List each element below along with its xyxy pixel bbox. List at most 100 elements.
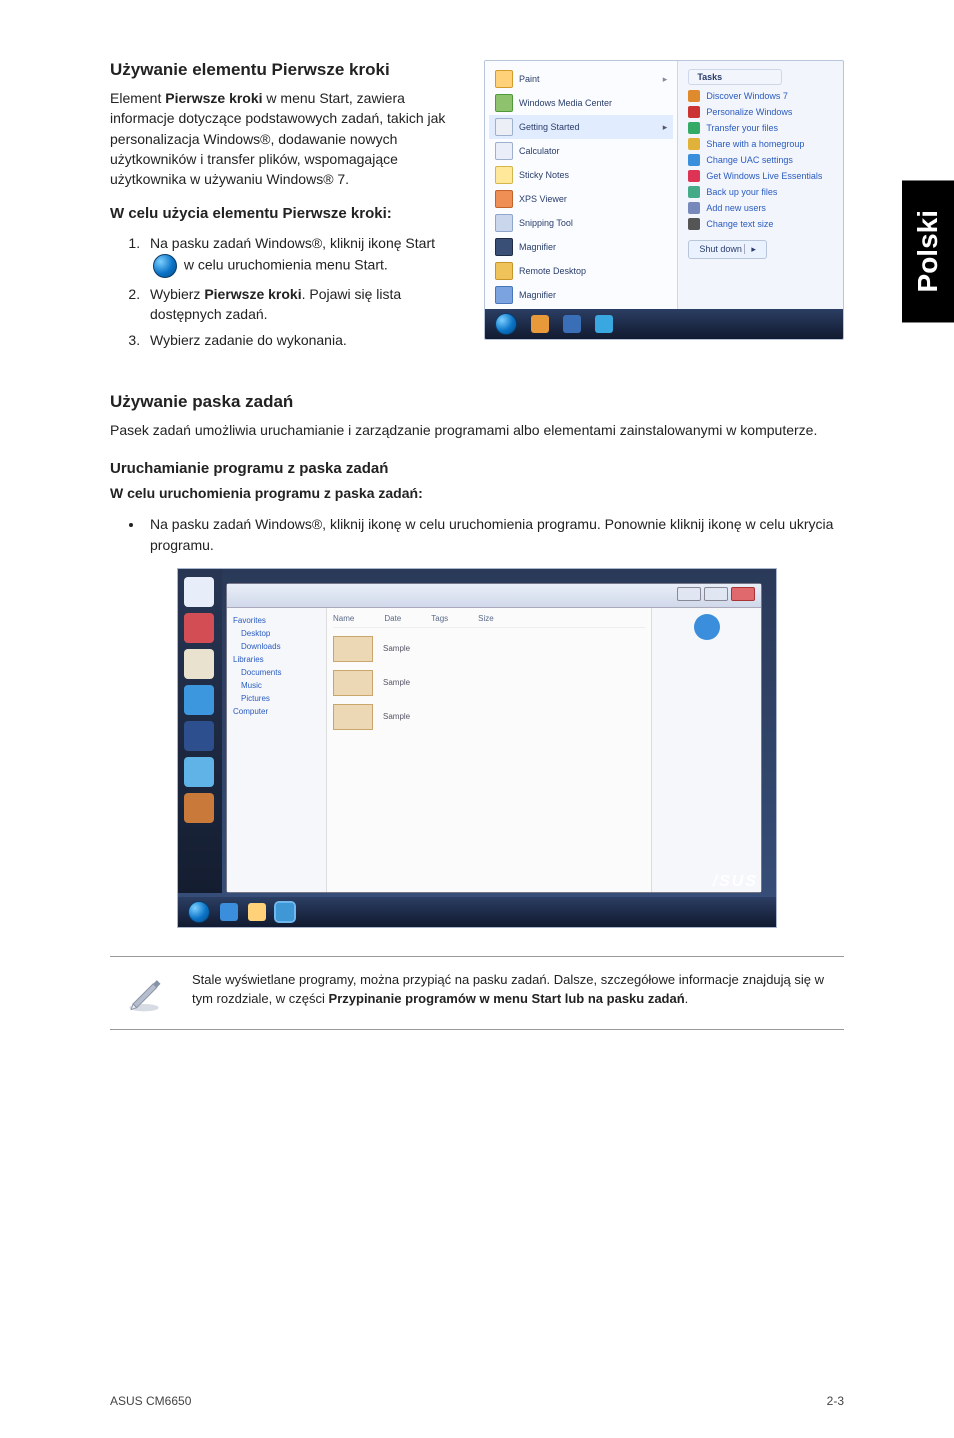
close-button bbox=[731, 587, 755, 601]
task-label: Change text size bbox=[706, 219, 773, 229]
menu-item-calc: Calculator bbox=[519, 146, 560, 156]
preview-pane bbox=[651, 608, 761, 892]
step2-text-b: Pierwsze kroki bbox=[204, 286, 301, 302]
sticky-icon bbox=[495, 166, 513, 184]
pencil-icon bbox=[122, 971, 166, 1015]
play-icon bbox=[694, 614, 720, 640]
dock-icon-3 bbox=[184, 649, 214, 679]
mag-icon bbox=[495, 238, 513, 256]
menu-item-xps: XPS Viewer bbox=[519, 194, 567, 204]
tray-wmp-icon bbox=[595, 315, 613, 333]
taskbar-program-screenshot: Favorites Desktop Downloads Libraries Do… bbox=[177, 568, 777, 928]
tip-c: . bbox=[685, 991, 689, 1006]
tasks-title: Tasks bbox=[688, 69, 782, 85]
dock-icon-6 bbox=[184, 757, 214, 787]
section2-subheading: Uruchamianie programu z paska zadań bbox=[110, 460, 844, 477]
run-item: Na pasku zadań Windows®, kliknij ikonę w… bbox=[144, 511, 844, 558]
section1-subheading: W celu użycia elementu Pierwsze kroki: bbox=[110, 205, 466, 222]
start-menu-left: Paint▸ Windows Media Center Getting Star… bbox=[485, 61, 678, 339]
explorer-window: Favorites Desktop Downloads Libraries Do… bbox=[226, 583, 762, 893]
calc-icon bbox=[495, 142, 513, 160]
snip-icon bbox=[495, 214, 513, 232]
menu-item-rdp: Remote Desktop bbox=[519, 266, 586, 276]
intro-text-a: Element bbox=[110, 90, 165, 106]
task-label: Personalize Windows bbox=[706, 107, 792, 117]
dock-icon-4 bbox=[184, 685, 214, 715]
nav-pane: Favorites Desktop Downloads Libraries Do… bbox=[227, 608, 327, 892]
wmc-icon bbox=[495, 94, 513, 112]
task-dot-icon bbox=[688, 138, 700, 150]
task-dot-icon bbox=[688, 218, 700, 230]
intro-text-b: Pierwsze kroki bbox=[165, 90, 262, 106]
menu-item-allprograms: All Programs bbox=[506, 340, 558, 341]
run-header: W celu uruchomienia programu z paska zad… bbox=[110, 483, 844, 503]
task-item: Change text size bbox=[688, 216, 833, 232]
menu-item-wmc: Windows Media Center bbox=[519, 98, 612, 108]
step-1: Na pasku zadań Windows®, kliknij ikonę S… bbox=[144, 230, 466, 280]
taskbar-explorer-icon bbox=[248, 903, 266, 921]
dock-icon-5 bbox=[184, 721, 214, 751]
section2-heading: Używanie paska zadań bbox=[110, 392, 844, 412]
task-item: Discover Windows 7 bbox=[688, 88, 833, 104]
mag2-icon bbox=[495, 286, 513, 304]
tray-ie-icon bbox=[531, 315, 549, 333]
menu-item-mag: Magnifier bbox=[519, 242, 556, 252]
task-dot-icon bbox=[688, 154, 700, 166]
task-label: Back up your files bbox=[706, 187, 777, 197]
file-list: NameDateTagsSize Sample Sample Sample bbox=[327, 608, 651, 892]
taskbar-active-icon bbox=[276, 903, 294, 921]
task-item: Personalize Windows bbox=[688, 104, 833, 120]
gettingstarted-icon bbox=[495, 118, 513, 136]
tip-b: Przypinanie programów w menu Start lub n… bbox=[329, 991, 685, 1006]
menu-item-gettingstarted: Getting Started bbox=[519, 122, 580, 132]
section1-intro: Element Pierwsze kroki w menu Start, zaw… bbox=[110, 88, 466, 189]
xps-icon bbox=[495, 190, 513, 208]
taskbar-small bbox=[485, 309, 843, 339]
task-dot-icon bbox=[688, 122, 700, 134]
step2-text-a: Wybierz bbox=[150, 286, 204, 302]
min-button bbox=[677, 587, 701, 601]
paint-icon bbox=[495, 70, 513, 88]
section1-steps: Na pasku zadań Windows®, kliknij ikonę S… bbox=[110, 230, 466, 353]
task-label: Get Windows Live Essentials bbox=[706, 171, 822, 181]
bottom-taskbar bbox=[178, 897, 776, 927]
max-button bbox=[704, 587, 728, 601]
dock-icon-2 bbox=[184, 613, 214, 643]
tip-box: Stale wyświetlane programy, można przypi… bbox=[110, 956, 844, 1030]
page-content: Używanie elementu Pierwsze kroki Element… bbox=[0, 0, 954, 1030]
task-label: Share with a homegroup bbox=[706, 139, 804, 149]
start-orb-icon bbox=[188, 901, 210, 923]
task-dot-icon bbox=[688, 202, 700, 214]
step-3: Wybierz zadanie do wykonania. bbox=[144, 327, 466, 353]
start-orb-icon bbox=[153, 254, 177, 278]
task-item: Back up your files bbox=[688, 184, 833, 200]
left-dock bbox=[178, 569, 222, 893]
taskbar-ie-icon bbox=[220, 903, 238, 921]
dock-icon-1 bbox=[184, 577, 214, 607]
menu-item-mag2: Magnifier bbox=[519, 290, 556, 300]
task-item: Get Windows Live Essentials bbox=[688, 168, 833, 184]
tray-explorer-icon bbox=[563, 315, 581, 333]
section1-heading: Używanie elementu Pierwsze kroki bbox=[110, 60, 466, 80]
run-list: Na pasku zadań Windows®, kliknij ikonę w… bbox=[110, 511, 844, 558]
task-label: Add new users bbox=[706, 203, 766, 213]
section2-desc: Pasek zadań umożliwia uruchamianie i zar… bbox=[110, 420, 844, 440]
task-item: Share with a homegroup bbox=[688, 136, 833, 152]
asus-logo: /SUS bbox=[713, 873, 758, 891]
footer-page: 2-3 bbox=[827, 1394, 844, 1408]
task-item: Change UAC settings bbox=[688, 152, 833, 168]
menu-item-paint: Paint bbox=[519, 74, 540, 84]
page-footer: ASUS CM6650 2-3 bbox=[110, 1394, 844, 1408]
start-menu-screenshot: Paint▸ Windows Media Center Getting Star… bbox=[484, 60, 844, 340]
step1-text-a: Na pasku zadań Windows®, kliknij ikonę S… bbox=[150, 235, 435, 251]
footer-model: ASUS CM6650 bbox=[110, 1394, 191, 1408]
task-label: Transfer your files bbox=[706, 123, 778, 133]
language-tab: Polski bbox=[902, 180, 954, 322]
task-dot-icon bbox=[688, 90, 700, 102]
tasks-panel: Tasks Discover Windows 7 Personalize Wind… bbox=[678, 61, 843, 339]
dock-icon-7 bbox=[184, 793, 214, 823]
start-orb-icon bbox=[495, 313, 517, 335]
step-2: Wybierz Pierwsze kroki. Pojawi się lista… bbox=[144, 281, 466, 328]
rdp-icon bbox=[495, 262, 513, 280]
window-body: Favorites Desktop Downloads Libraries Do… bbox=[227, 608, 761, 892]
